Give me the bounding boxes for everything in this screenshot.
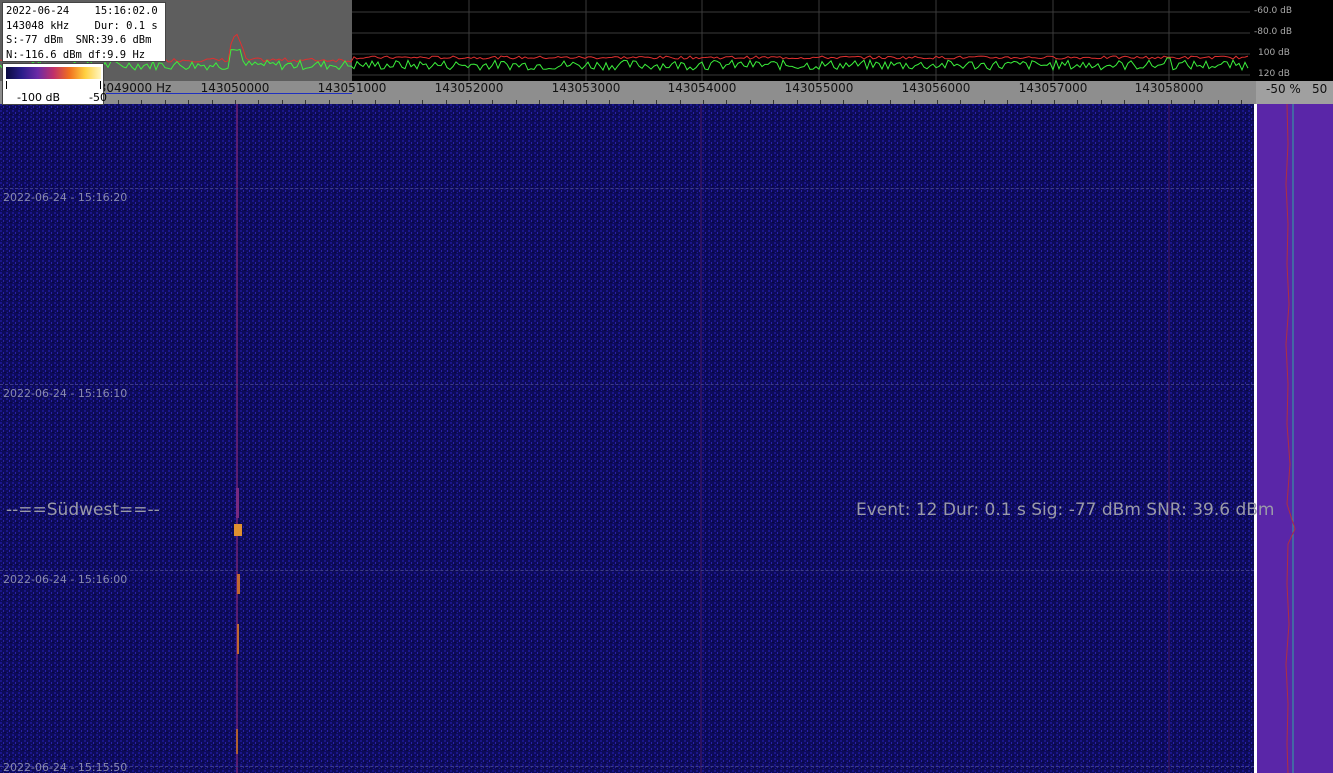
info-df: df:9.9 Hz (88, 48, 146, 61)
spectrum-plot (0, 0, 1250, 81)
colorbar-ticks (6, 81, 101, 89)
colorbar-min-label: -100 dB (17, 91, 60, 104)
selection-range-bar[interactable] (106, 93, 352, 94)
meteor-trail-3 (237, 624, 239, 654)
side-level-panel (1257, 104, 1333, 773)
meteor-trail-4 (236, 729, 238, 754)
info-date: 2022-06-24 (6, 5, 70, 17)
db-label-80: -80.0 dB (1254, 27, 1293, 37)
db-label-100: 100 dB (1258, 48, 1290, 58)
spectrum-grid (352, 0, 1250, 81)
event-info-overlay: Event: 12 Dur: 0.1 s Sig: -77 dBm SNR: 3… (856, 500, 1275, 520)
freq-label: 143055000 (784, 81, 854, 95)
spectrum-display: -60.0 dB -80.0 dB 100 dB 120 dB (0, 0, 1333, 81)
waterfall-display[interactable]: 2022-06-24 - 15:16:20 2022-06-24 - 15:16… (0, 104, 1254, 773)
info-noise: N:-116.6 dBm (6, 48, 82, 61)
freq-label: 143056000 (901, 81, 971, 95)
colorbar[interactable]: -100 dB -50 (2, 63, 107, 105)
freq-label: 143052000 (434, 81, 504, 95)
side-level-plot (1285, 104, 1296, 773)
freq-label: 143053000 (551, 81, 621, 95)
side-axis-min: -50 % (1266, 82, 1301, 96)
meteor-trail-1 (236, 488, 239, 518)
waterfall-noise (0, 104, 1254, 773)
db-label-60: -60.0 dB (1254, 6, 1293, 16)
side-level-trace (1285, 104, 1296, 773)
freq-label: 143058000 (1134, 81, 1204, 95)
time-label: 2022-06-24 - 15:15:50 (3, 761, 128, 773)
freq-label: 143054000 (667, 81, 737, 95)
info-snr: SNR:39.6 dBm (75, 34, 152, 46)
time-label: 2022-06-24 - 15:16:00 (3, 573, 128, 586)
side-axis-max: 50 (1312, 82, 1328, 96)
info-signal: S:-77 dBm (6, 34, 63, 46)
time-gridline (0, 570, 1254, 571)
meteor-trail-2 (237, 574, 240, 594)
colorbar-max-label: -50 (89, 91, 107, 104)
meteor-event-trace (234, 524, 242, 536)
info-box: 2022-06-24 15:16:02.0 143048 kHz Dur: 0.… (2, 2, 166, 62)
frequency-axis[interactable]: 3049000 Hz 143050000 143051000 143052000… (0, 81, 1256, 104)
station-name-overlay: --==Südwest==-- (6, 500, 160, 520)
waterfall-plot (0, 104, 1254, 773)
info-frequency: 143048 kHz (6, 19, 70, 32)
info-time: 15:16:02.0 (94, 5, 158, 17)
colorbar-gradient (6, 67, 101, 79)
time-label: 2022-06-24 - 15:16:10 (3, 387, 128, 400)
time-gridline (0, 384, 1254, 385)
side-axis: -50 % 50 (1256, 81, 1333, 104)
time-gridline (0, 766, 1254, 767)
info-duration: Dur: 0.1 s (94, 19, 158, 32)
time-gridline (0, 188, 1254, 189)
freq-label: 143057000 (1018, 81, 1088, 95)
db-label-120: 120 dB (1258, 69, 1290, 79)
time-label: 2022-06-24 - 15:16:20 (3, 191, 128, 204)
